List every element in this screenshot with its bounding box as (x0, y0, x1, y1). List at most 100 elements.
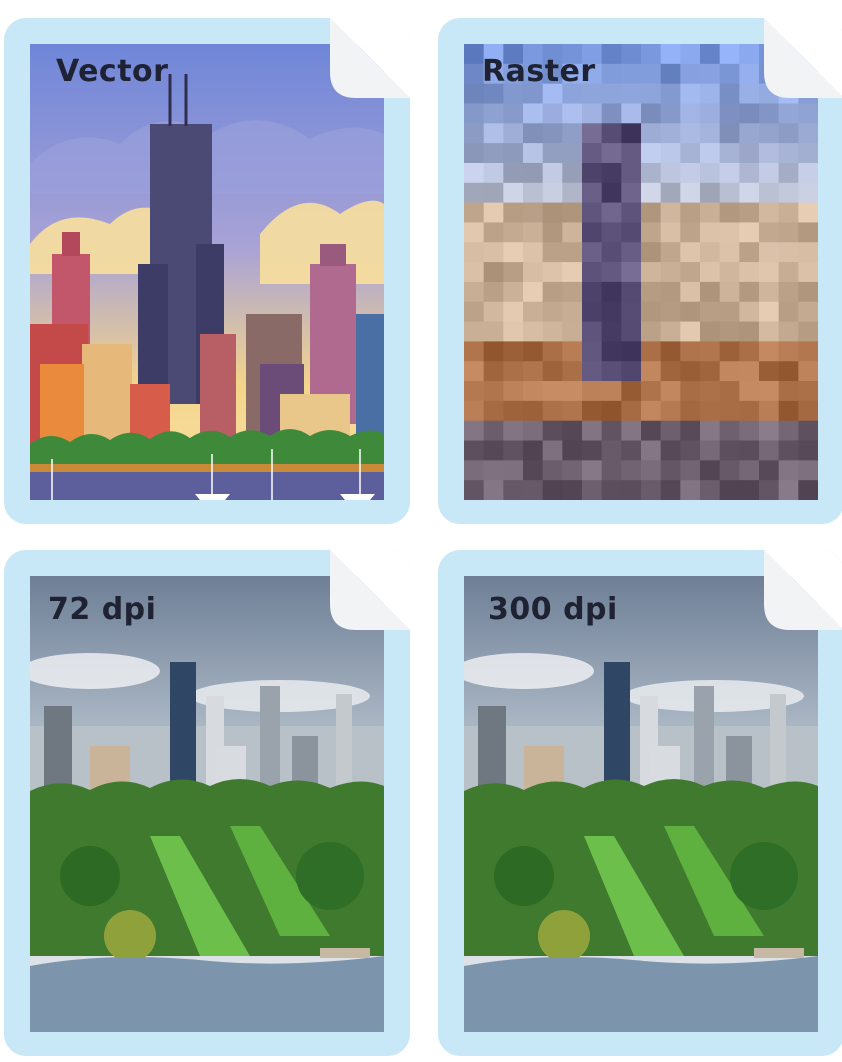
pixel-block (464, 321, 485, 342)
pixel-block (621, 202, 642, 223)
pixel-block (759, 202, 780, 223)
pixel-block (641, 341, 662, 362)
pixel-block (542, 222, 563, 243)
pixel-block (778, 182, 799, 204)
pixel-block (680, 103, 701, 124)
pixel-block (660, 321, 681, 342)
pixel-block (641, 162, 662, 184)
pixel-block (739, 182, 760, 204)
pixel-block (542, 460, 563, 481)
pixel-block (601, 202, 622, 223)
pixel-block (523, 143, 544, 164)
pixel-block (464, 301, 485, 323)
pixel-block (700, 83, 721, 104)
pixel-block (483, 143, 504, 164)
pixel-block (660, 361, 681, 382)
pixel-block (621, 440, 642, 461)
pixel-block (562, 222, 583, 243)
pixel-block (798, 123, 818, 144)
pixel-block (503, 381, 524, 402)
pixel-block (621, 83, 642, 104)
pixel-block (562, 341, 583, 362)
pixel-block (483, 262, 504, 283)
pixel-block (719, 480, 740, 500)
pixel-block (621, 222, 642, 243)
pixel-block (621, 480, 642, 500)
pixel-block (582, 381, 603, 402)
pixel-block (523, 182, 544, 204)
pixel-block (503, 262, 524, 283)
pixel-block (739, 103, 760, 124)
pixel-block (719, 281, 740, 303)
pixel-block (739, 440, 760, 461)
pixel-block (503, 301, 524, 323)
pixel-block (503, 420, 524, 442)
pixel-block (739, 222, 760, 243)
pixel-block (621, 381, 642, 402)
pixel-block (700, 103, 721, 124)
pixel-block (621, 44, 642, 65)
pixel-block (464, 440, 485, 461)
pixel-block (582, 222, 603, 243)
pixel-block (523, 123, 544, 144)
pixel-block (582, 341, 603, 362)
pixel-block (542, 182, 563, 204)
pixel-block (759, 400, 780, 422)
pixel-block (778, 301, 799, 323)
pixel-block (483, 400, 504, 422)
pixel-block (641, 301, 662, 323)
pixel-block (523, 222, 544, 243)
pixel-block (503, 202, 524, 223)
pixel-block (582, 361, 603, 382)
pixel-block (601, 281, 622, 303)
city-park-photo-300dpi (464, 576, 818, 1032)
pixel-block (542, 143, 563, 164)
pixel-block (680, 162, 701, 184)
pixel-block (778, 281, 799, 303)
pixel-block (523, 262, 544, 283)
pixel-block (582, 242, 603, 263)
pixel-block (523, 301, 544, 323)
pixel-block (523, 381, 544, 402)
high-dpi-file-card: 300 dpi (438, 550, 842, 1056)
pixel-block (700, 361, 721, 382)
pixel-block (562, 420, 583, 442)
pixel-block (523, 400, 544, 422)
pixel-block (719, 262, 740, 283)
pixel-block (700, 262, 721, 283)
pixel-block (759, 242, 780, 263)
pixel-block (759, 381, 780, 402)
pixel-block (601, 63, 622, 85)
pixel-block (739, 361, 760, 382)
pixel-block (680, 420, 701, 442)
pixel-block (778, 143, 799, 164)
pixel-block (542, 162, 563, 184)
pixel-block (700, 182, 721, 204)
pixel-block (700, 440, 721, 461)
pixel-block (641, 361, 662, 382)
low-dpi-file-card: 72 dpi (4, 550, 410, 1056)
pixel-block (464, 242, 485, 263)
pixel-block (700, 341, 721, 362)
pixel-block (778, 222, 799, 243)
pixel-block (778, 321, 799, 342)
pixel-block (778, 460, 799, 481)
pixel-block (660, 281, 681, 303)
pixel-block (778, 123, 799, 144)
pixel-block (601, 301, 622, 323)
pixel-block (700, 460, 721, 481)
pixel-block (641, 143, 662, 164)
pixel-block (542, 381, 563, 402)
pixel-block (621, 143, 642, 164)
pixel-block (739, 143, 760, 164)
pixel-grid-svg (464, 44, 818, 500)
pixel-block (660, 440, 681, 461)
pixel-block (700, 143, 721, 164)
pixel-block (601, 480, 622, 500)
pixel-block (759, 440, 780, 461)
pixel-block (582, 420, 603, 442)
pixel-block (601, 242, 622, 263)
pixel-block (621, 242, 642, 263)
pixel-block (739, 460, 760, 481)
pixel-block (719, 301, 740, 323)
